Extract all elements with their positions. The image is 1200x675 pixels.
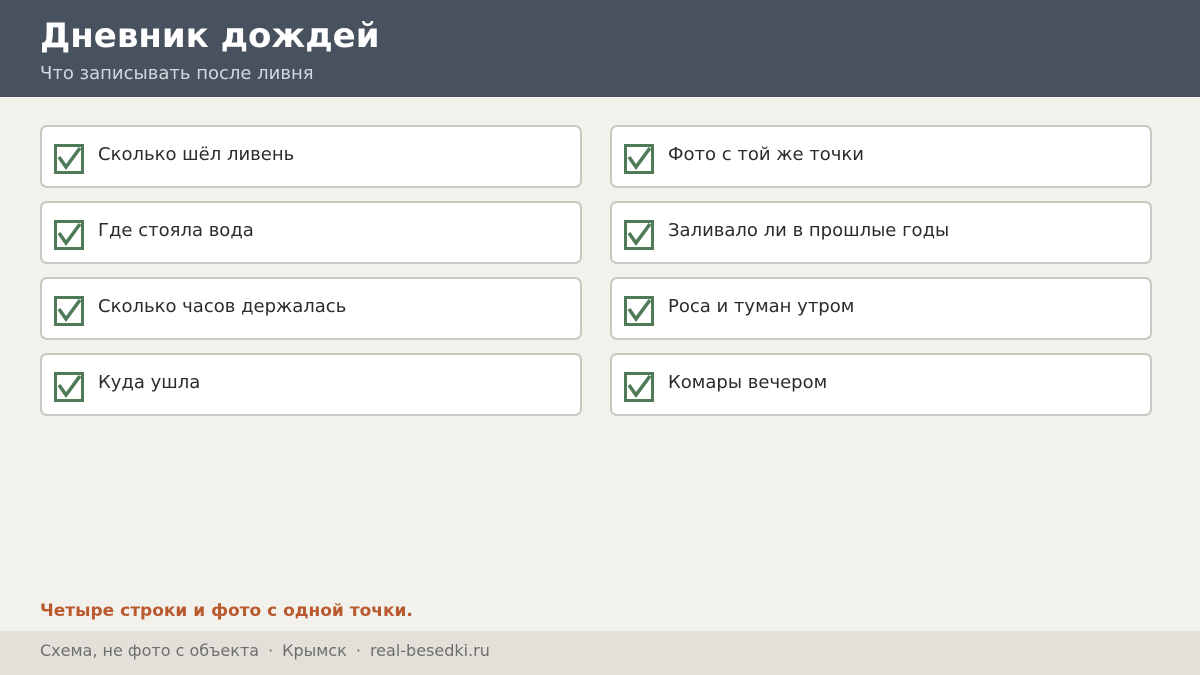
footer-separator: · [268, 641, 274, 660]
page-footer: Схема, не фото с объекта · Крымск · real-bes… [0, 631, 1200, 675]
checklist-item-label: Сколько шёл ливень [98, 144, 295, 165]
checklist-item[interactable]: Куда ушла [40, 353, 582, 416]
page-header: Дневник дождей Что записывать после ливн… [0, 0, 1200, 97]
checklist-item[interactable]: Сколько часов держалась [40, 277, 582, 340]
checklist-item[interactable]: Роса и туман утром [610, 277, 1152, 340]
checkbox-checked-icon[interactable] [624, 296, 654, 326]
checkbox-checked-icon[interactable] [54, 144, 84, 174]
checklist-item[interactable]: Комары вечером [610, 353, 1152, 416]
checklist-item-label: Сколько часов держалась [98, 296, 347, 317]
checkbox-checked-icon[interactable] [54, 296, 84, 326]
checklist-item-label: Фото с той же точки [668, 144, 864, 165]
footer-separator: · [355, 641, 361, 660]
page-title: Дневник дождей [40, 16, 380, 56]
checkbox-checked-icon[interactable] [624, 144, 654, 174]
checklist-item[interactable]: Сколько шёл ливень [40, 125, 582, 188]
checklist-item[interactable]: Заливало ли в прошлые годы [610, 201, 1152, 264]
checklist-item[interactable]: Где стояла вода [40, 201, 582, 264]
checklist-item-label: Роса и туман утром [668, 296, 855, 317]
checklist-item-label: Где стояла вода [98, 220, 254, 241]
checklist-item[interactable]: Фото с той же точки [610, 125, 1152, 188]
checkbox-checked-icon[interactable] [624, 372, 654, 402]
checklist-item-label: Заливало ли в прошлые годы [668, 220, 950, 241]
checkbox-checked-icon[interactable] [624, 220, 654, 250]
footer-caption: Схема, не фото с объекта [40, 641, 260, 660]
checkbox-checked-icon[interactable] [54, 372, 84, 402]
footer-city: Крымск [282, 641, 347, 660]
checklist-item-label: Куда ушла [98, 372, 201, 393]
checklist-item-label: Комары вечером [668, 372, 828, 393]
summary-note: Четыре строки и фото с одной точки. [40, 601, 413, 621]
checkbox-checked-icon[interactable] [54, 220, 84, 250]
footer-site-link[interactable]: real-besedki.ru [370, 641, 490, 660]
page-subtitle: Что записывать после ливня [40, 63, 314, 84]
footer-caption-line: Схема, не фото с объекта · Крымск · real-bes… [40, 640, 490, 662]
